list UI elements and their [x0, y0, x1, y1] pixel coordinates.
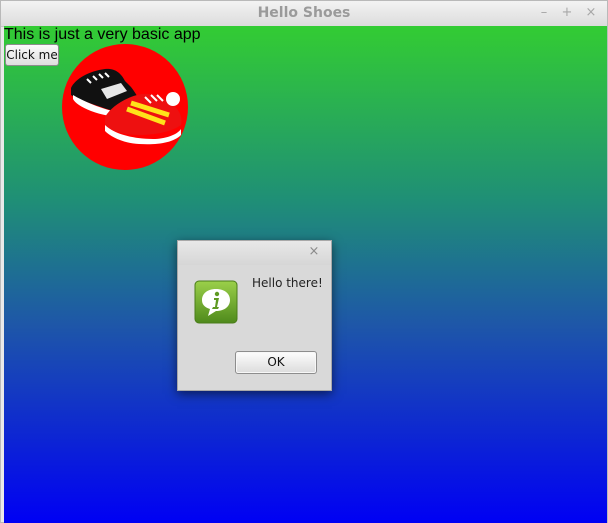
- info-icon: [194, 280, 238, 324]
- message-dialog: × Hello there! OK: [177, 240, 332, 391]
- window-title: Hello Shoes: [257, 5, 351, 21]
- ok-button[interactable]: OK: [235, 351, 317, 374]
- minimize-button[interactable]: –: [536, 5, 552, 21]
- dialog-message: Hello there!: [252, 276, 323, 290]
- maximize-button[interactable]: +: [559, 5, 575, 21]
- title-bar[interactable]: Hello Shoes – + ×: [1, 1, 607, 27]
- close-button[interactable]: ×: [583, 5, 599, 21]
- intro-text: This is just a very basic app: [4, 26, 201, 43]
- app-window: Hello Shoes – + × This is just a very ba…: [0, 0, 608, 523]
- shoes-logo-icon: [62, 44, 188, 170]
- dialog-close-icon[interactable]: ×: [307, 245, 321, 259]
- click-me-button[interactable]: Click me: [5, 44, 59, 66]
- dialog-title-bar[interactable]: ×: [178, 241, 331, 265]
